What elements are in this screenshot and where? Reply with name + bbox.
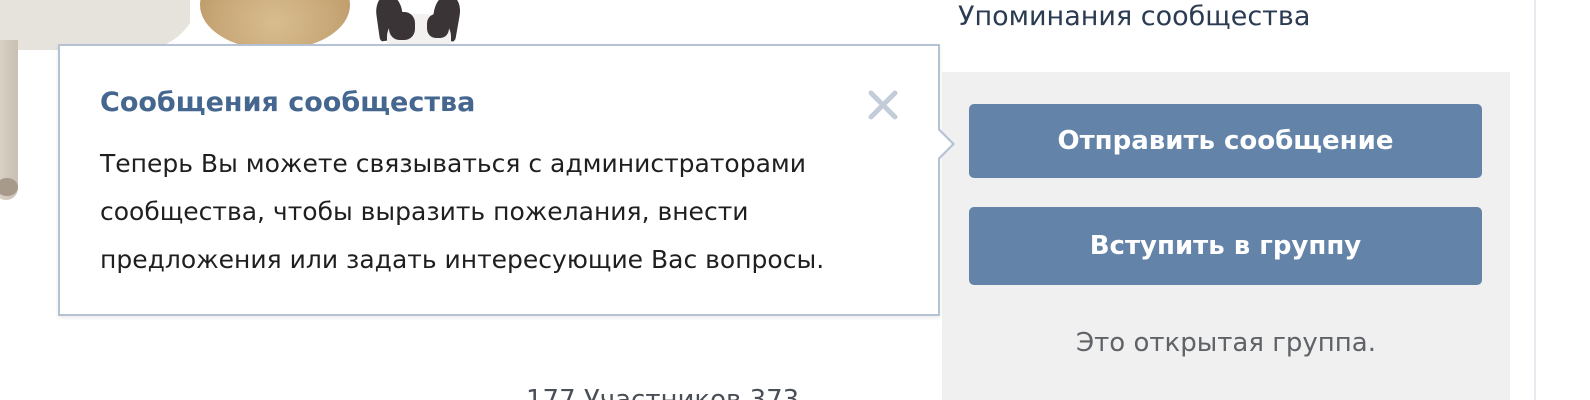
close-icon[interactable] — [866, 88, 900, 122]
tooltip-body: Теперь Вы можете связываться с администр… — [100, 140, 900, 284]
send-message-button[interactable]: Отправить сообщение — [969, 104, 1482, 178]
tooltip-body-line: сообщества, чтобы выразить пожелания, вн… — [100, 197, 749, 226]
column-divider — [1534, 0, 1536, 400]
page: Упоминания сообщества Отправить сообщени… — [0, 0, 1590, 400]
group-actions-panel: Отправить сообщение Вступить в группу Эт… — [942, 72, 1510, 400]
group-status-text: Это открытая группа. — [1076, 328, 1376, 358]
tooltip-body-line: Теперь Вы можете связываться с администр… — [100, 149, 806, 178]
tooltip-title: Сообщения сообщества — [100, 87, 476, 118]
community-mentions-link[interactable]: Упоминания сообщества — [958, 0, 1310, 34]
members-stats-line: 177 Участников 373 — [526, 385, 800, 400]
community-messages-tooltip: Сообщения сообщества Теперь Вы можете св… — [58, 44, 955, 316]
join-group-button[interactable]: Вступить в группу — [969, 207, 1482, 285]
cover-photo-dog-2 — [200, 0, 350, 50]
tooltip-body-line: предложения или задать интересующие Вас … — [100, 245, 825, 274]
cover-photo-dog-3 — [375, 0, 465, 48]
